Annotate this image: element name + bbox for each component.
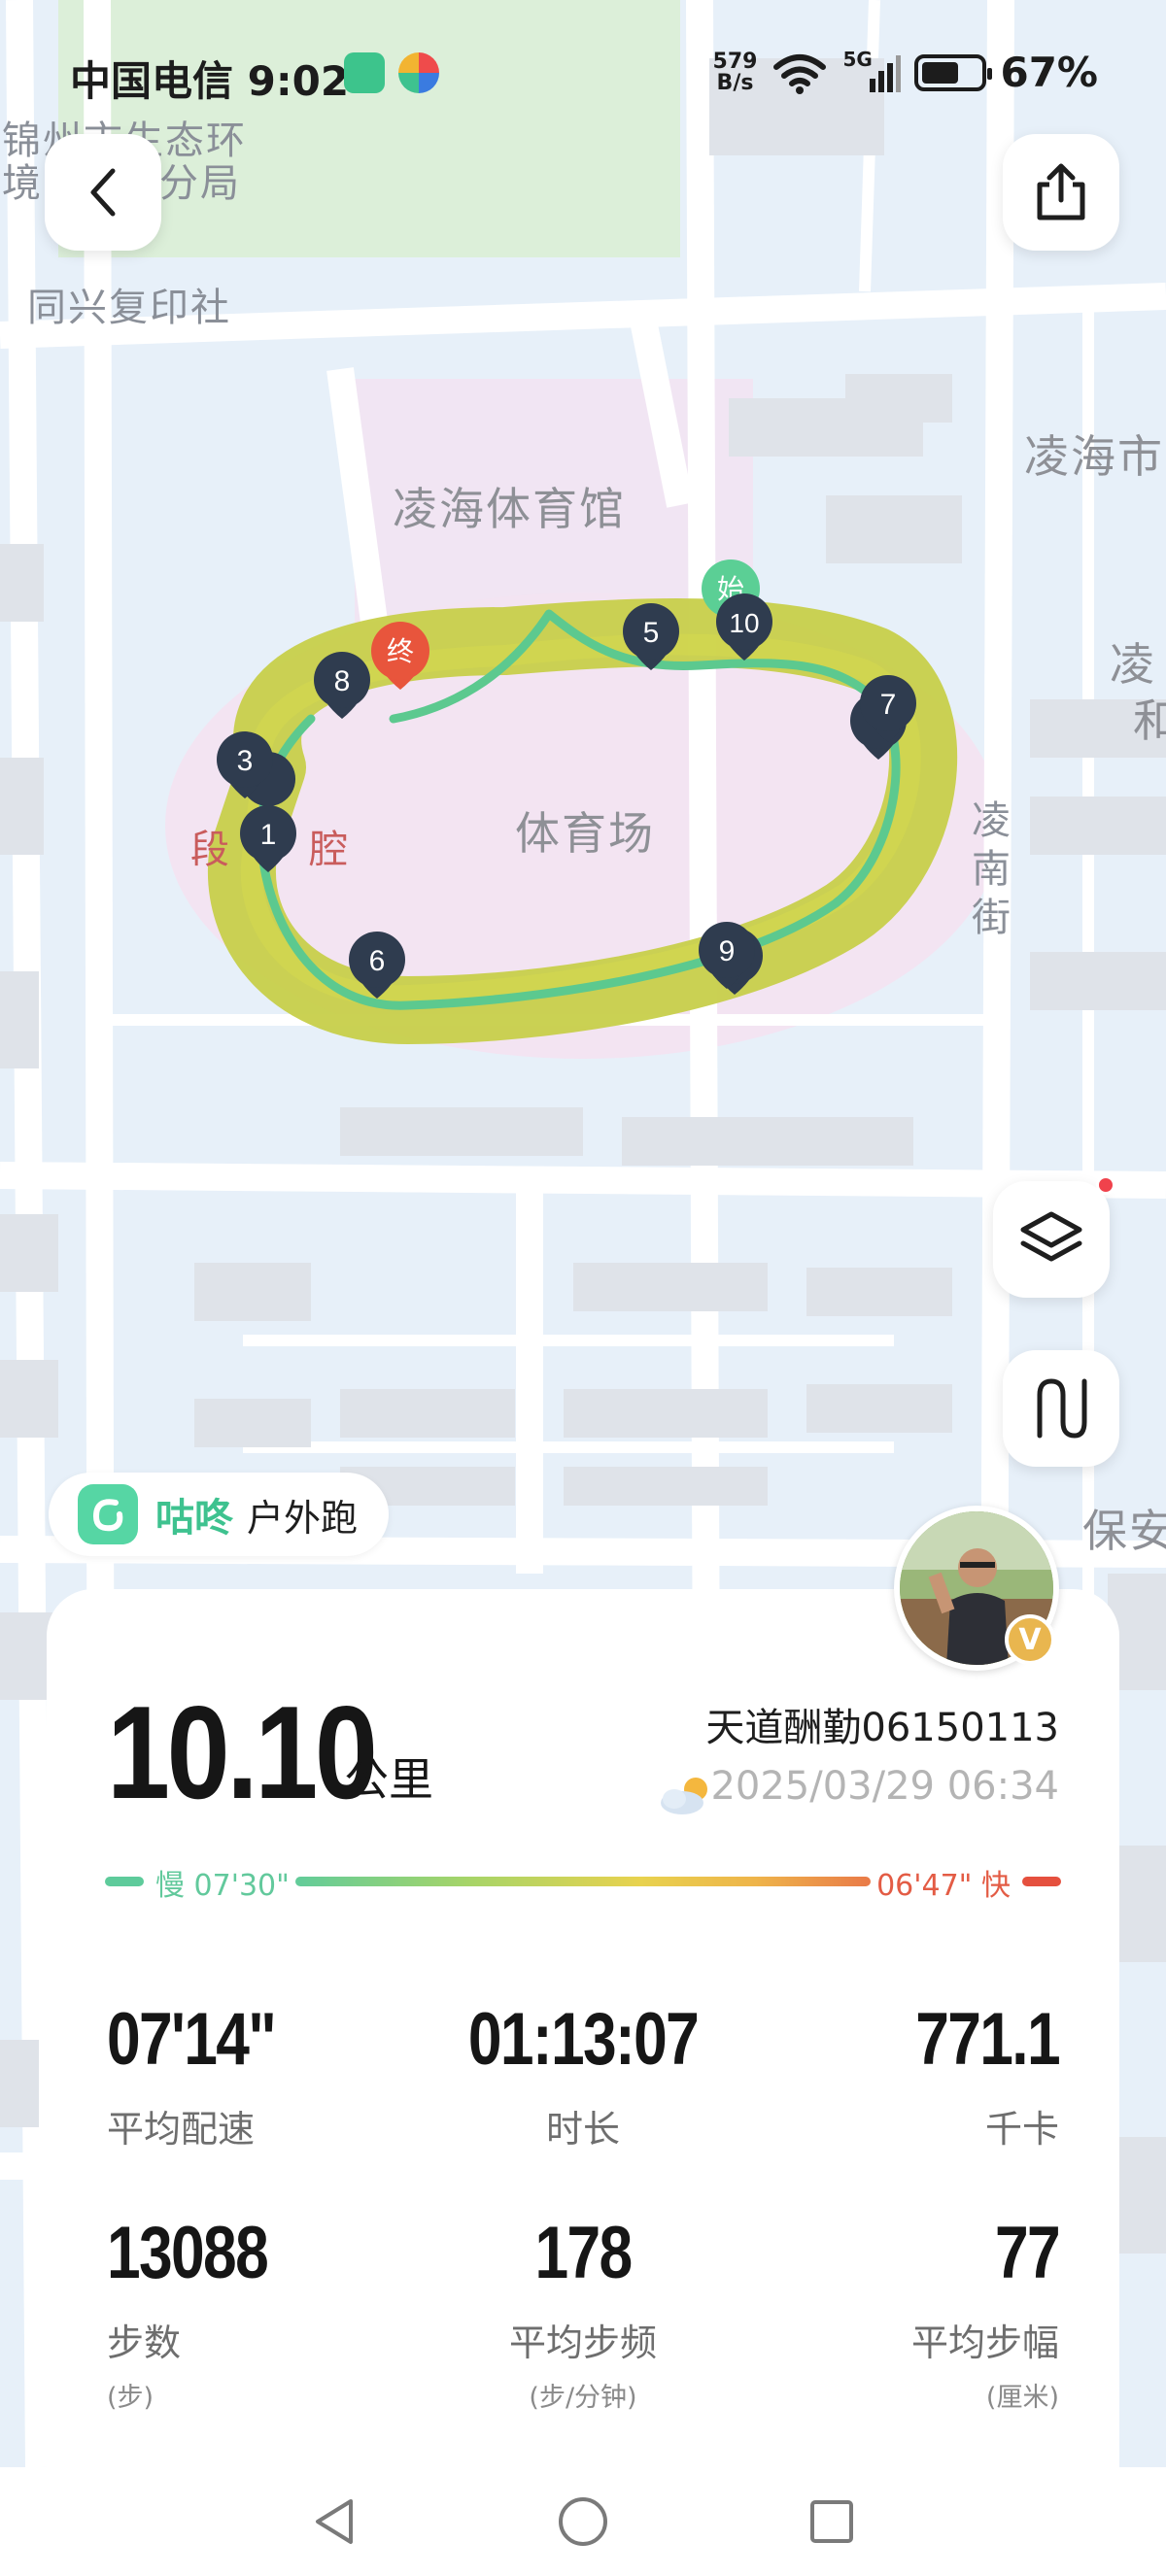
verified-badge: V bbox=[1005, 1614, 1055, 1665]
map-layers-button[interactable] bbox=[993, 1175, 1115, 1298]
back-arrow-icon bbox=[90, 168, 116, 217]
circle-home-icon bbox=[559, 2497, 607, 2546]
svg-text:7: 7 bbox=[880, 689, 897, 721]
username[interactable]: 天道酬勤06150113 bbox=[705, 1696, 1059, 1752]
nav-back-button[interactable] bbox=[305, 2492, 363, 2551]
svg-text:6: 6 bbox=[369, 945, 386, 977]
sport-type: 户外跑 bbox=[247, 1496, 359, 1540]
stat-value: 13088 bbox=[107, 2212, 269, 2294]
square-recents-icon bbox=[810, 2500, 853, 2543]
map-label-gym: 凌海体育馆 bbox=[393, 483, 626, 535]
stat-unit: (步/分钟) bbox=[529, 2383, 637, 2413]
stat-label: 平均步幅 bbox=[910, 2322, 1059, 2364]
svg-text:终: 终 bbox=[387, 635, 414, 667]
distance-unit: 公里 bbox=[344, 1753, 433, 1806]
wifi-icon bbox=[773, 53, 827, 94]
workout-detail-screen: 1 3 5 6 7 8 9 始 10 终 境 分局 同兴复印社 凌海体育馆 体育… bbox=[0, 0, 1166, 2576]
stat-unit: (步) bbox=[107, 2383, 154, 2413]
nav-recents-button[interactable] bbox=[803, 2492, 861, 2551]
route-toggle-icon bbox=[1037, 1378, 1087, 1439]
brand-tag: 咕咚 户外跑 bbox=[49, 1473, 389, 1556]
back-button[interactable] bbox=[45, 134, 161, 251]
codoon-notification-icon bbox=[344, 52, 385, 93]
stat-label: 千卡 bbox=[984, 2108, 1059, 2151]
map-label-eco-bureau-3: 分局 bbox=[159, 161, 241, 206]
svg-text:5: 5 bbox=[643, 617, 660, 649]
codoon-logo-icon bbox=[78, 1484, 138, 1544]
pace-legend: 慢 07'30" 06'47" 快 bbox=[105, 1861, 1061, 1903]
net-speed: 579 B/s bbox=[712, 49, 758, 95]
stat-label: 步数 bbox=[107, 2322, 182, 2364]
pace-slow-label: 慢 07'30" bbox=[155, 1869, 290, 1903]
battery-percent: 67% bbox=[1000, 49, 1098, 96]
workout-datetime: 2025/03/29 06:34 bbox=[710, 1764, 1059, 1809]
stat-label: 时长 bbox=[545, 2108, 620, 2151]
map-label-copy-shop: 同兴复印社 bbox=[27, 286, 231, 330]
cell-signal-icon: 5G bbox=[842, 48, 902, 94]
app-notification-icon bbox=[398, 52, 439, 93]
map-label-red-a: 段 bbox=[190, 828, 231, 872]
layers-icon bbox=[1020, 1211, 1082, 1262]
pace-gradient-bar bbox=[295, 1877, 871, 1886]
stat-duration: 01:13:07 时长 bbox=[408, 1997, 758, 2152]
partly-cloudy-icon bbox=[661, 1778, 707, 1814]
triangle-back-icon bbox=[316, 2499, 353, 2544]
pace-fast-label: 06'47" 快 bbox=[876, 1869, 1011, 1903]
stat-cadence: 178 平均步频 (步/分钟) bbox=[408, 2211, 758, 2414]
map-label-right-1: 凌 bbox=[1110, 638, 1156, 691]
stat-unit: (厘米) bbox=[985, 2383, 1059, 2413]
map-label-stadium: 体育场 bbox=[515, 807, 655, 860]
status-bar: 中国电信 9:02 579 B/s 5G 67% bbox=[0, 39, 1166, 107]
stat-avg-pace: 07'14" 平均配速 bbox=[107, 1997, 457, 2152]
battery-icon bbox=[914, 53, 993, 91]
stat-value: 01:13:07 bbox=[467, 1998, 700, 2081]
brand-name: 咕咚 bbox=[155, 1496, 233, 1541]
map-label-baoan: 保安 bbox=[1082, 1505, 1166, 1557]
map-label-linghai-city: 凌海市 bbox=[1024, 430, 1164, 483]
svg-text:10: 10 bbox=[729, 608, 759, 638]
stat-label: 平均步频 bbox=[508, 2322, 657, 2364]
pace-slow-dash bbox=[105, 1877, 144, 1886]
svg-text:9: 9 bbox=[719, 935, 736, 967]
map-label-right-2: 和 bbox=[1133, 695, 1166, 747]
map-label-eco-bureau-2: 境 bbox=[2, 161, 43, 206]
summary-card: 10.10 公里 天道酬勤06150113 2025/03/29 06:34 慢… bbox=[47, 1589, 1119, 2467]
system-nav-bar bbox=[0, 2467, 1166, 2576]
stat-value: 77 bbox=[994, 2212, 1061, 2294]
share-icon bbox=[1037, 163, 1085, 220]
stat-steps: 13088 步数 (步) bbox=[107, 2211, 457, 2414]
nav-home-button[interactable] bbox=[554, 2492, 612, 2551]
map-label-red-b: 腔 bbox=[309, 828, 350, 872]
stat-stride: 77 平均步幅 (厘米) bbox=[709, 2211, 1061, 2414]
stat-value: 771.1 bbox=[915, 1998, 1060, 2081]
route-toggle-button[interactable] bbox=[1003, 1350, 1119, 1467]
svg-text:8: 8 bbox=[334, 665, 351, 697]
pace-fast-dash bbox=[1022, 1877, 1061, 1886]
stat-value: 178 bbox=[534, 2212, 633, 2294]
stat-calories: 771.1 千卡 bbox=[709, 1997, 1060, 2152]
svg-text:3: 3 bbox=[237, 745, 254, 777]
stat-label: 平均配速 bbox=[107, 2108, 256, 2151]
notification-dot bbox=[1096, 1175, 1115, 1195]
svg-text:1: 1 bbox=[260, 819, 277, 851]
share-button[interactable] bbox=[1003, 134, 1119, 251]
map-label-street: 凌南街 bbox=[972, 798, 1012, 940]
carrier-time: 中国电信 9:02 bbox=[70, 57, 350, 105]
stat-value: 07'14" bbox=[107, 1998, 277, 2081]
distance-value: 10.10 bbox=[107, 1678, 378, 1826]
